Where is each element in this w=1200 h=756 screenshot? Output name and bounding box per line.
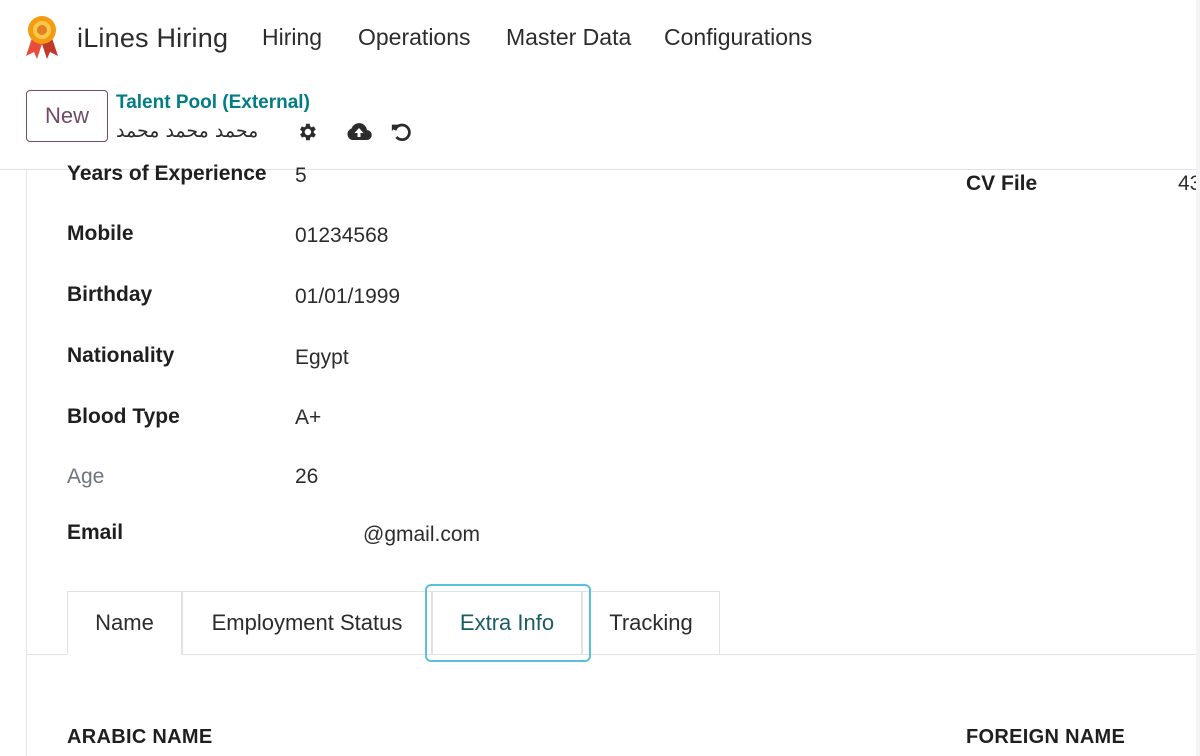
control-panel: New Talent Pool (External) محمد محمد محم… bbox=[0, 78, 1200, 170]
gear-icon[interactable] bbox=[296, 121, 318, 143]
label-birthday: Birthday bbox=[67, 283, 153, 306]
menu-configurations[interactable]: Configurations bbox=[664, 24, 812, 51]
menu-master-data[interactable]: Master Data bbox=[506, 24, 631, 51]
value-age: 26 bbox=[295, 465, 319, 488]
value-nationality[interactable]: Egypt bbox=[295, 346, 349, 370]
app-window: iLines Hiring Hiring Operations Master D… bbox=[0, 0, 1200, 756]
section-arabic-name: ARABIC NAME bbox=[67, 726, 213, 748]
value-mobile[interactable]: 01234568 bbox=[295, 224, 388, 248]
tab-tracking[interactable]: Tracking bbox=[582, 591, 720, 655]
label-nationality: Nationality bbox=[67, 344, 175, 367]
menu-operations[interactable]: Operations bbox=[358, 24, 471, 51]
tab-name[interactable]: Name bbox=[67, 591, 182, 655]
discard-icon[interactable] bbox=[390, 121, 412, 143]
label-cv-file: CV File bbox=[966, 172, 1038, 195]
tab-extra-info[interactable]: Extra Info bbox=[432, 591, 582, 655]
label-years-of-experience: Years of Experience bbox=[67, 162, 267, 185]
award-ribbon-icon[interactable] bbox=[24, 14, 60, 60]
cloud-upload-icon[interactable] bbox=[346, 121, 372, 143]
label-mobile: Mobile bbox=[67, 222, 134, 245]
menu-hiring[interactable]: Hiring bbox=[262, 24, 322, 51]
record-name: محمد محمد محمد bbox=[116, 120, 259, 142]
section-foreign-name: FOREIGN NAME bbox=[966, 726, 1126, 748]
window-right-edge bbox=[1196, 0, 1200, 756]
tab-employment-status[interactable]: Employment Status bbox=[182, 591, 432, 655]
top-navbar: iLines Hiring Hiring Operations Master D… bbox=[0, 0, 1200, 78]
label-email: Email bbox=[67, 521, 124, 544]
app-name[interactable]: iLines Hiring bbox=[77, 23, 228, 54]
value-birthday[interactable]: 01/01/1999 bbox=[295, 285, 400, 309]
value-email[interactable]: @gmail.com bbox=[363, 523, 480, 547]
new-button[interactable]: New bbox=[26, 90, 108, 142]
label-age: Age bbox=[67, 465, 105, 488]
value-blood-type[interactable]: A+ bbox=[295, 406, 321, 430]
form-sheet-border bbox=[26, 170, 27, 756]
breadcrumb-talent-pool[interactable]: Talent Pool (External) bbox=[116, 92, 310, 114]
label-blood-type: Blood Type bbox=[67, 405, 180, 428]
value-years-of-experience[interactable]: 5 bbox=[295, 164, 307, 188]
